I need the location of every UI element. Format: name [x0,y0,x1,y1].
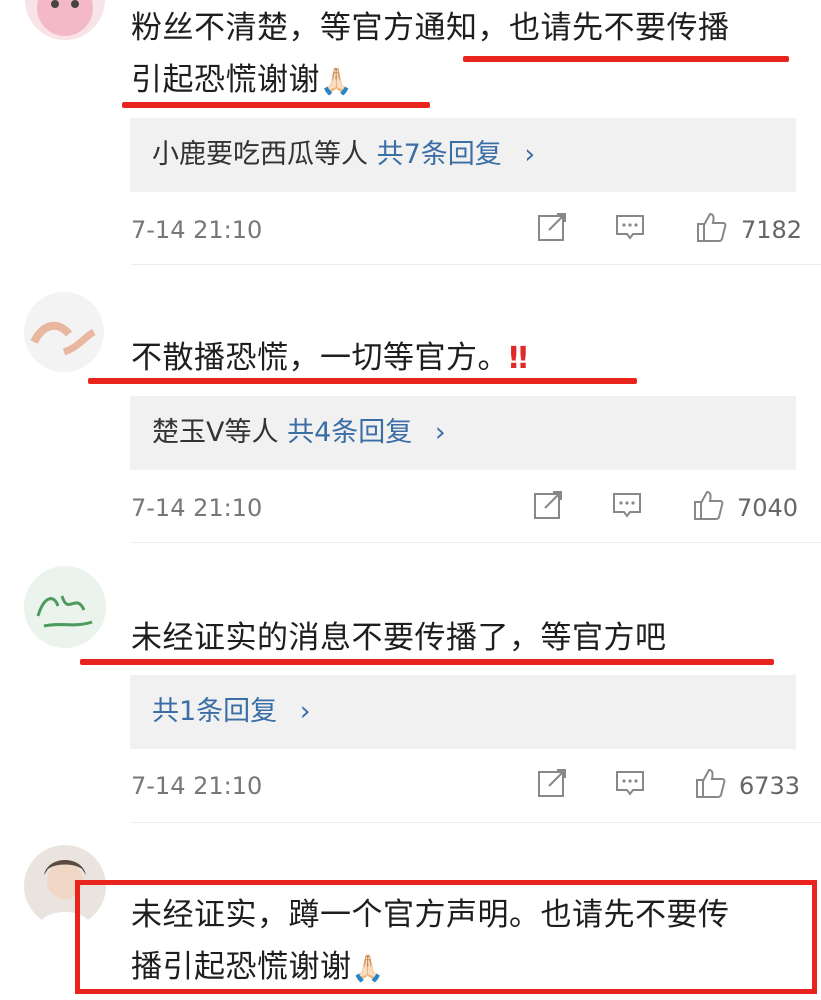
comment-meta: 7-14 21:10 7040 [131,488,799,528]
thumbs-up-icon[interactable] [693,766,727,800]
comment-text: 粉丝不清楚，等官方通知，也请先不要传播 引起恐慌谢谢🙏🏻 [131,2,730,108]
highlight-underline [88,378,637,384]
pray-emoji: 🙏🏻 [320,67,353,97]
timestamp: 7-14 21:10 [131,772,263,800]
divider [131,542,821,543]
comment-text-line: 未经证实，蹲一个官方声明。也请先不要传 [131,897,730,933]
double-exclamation-emoji: ‼ [509,341,529,376]
replies-box[interactable]: 共1条回复 › [130,675,796,749]
comment-text-line: 引起恐慌谢谢 [131,62,320,98]
thumbs-up-icon[interactable] [694,210,728,244]
timestamp: 7-14 21:10 [131,494,263,522]
timestamp: 7-14 21:10 [131,216,263,244]
comment-text-line: 播引起恐慌谢谢 [131,949,352,985]
avatar[interactable] [24,566,106,648]
reply-users: 小鹿要吃西瓜等人 [152,139,368,170]
reply-users: 楚玉V等人 [152,417,279,448]
comment-text-line: 粉丝不清楚，等官方通知，也请先不要传播 [131,10,730,46]
highlight-underline [80,659,774,665]
share-icon[interactable] [535,210,569,244]
reply-count-link[interactable]: 共1条回复 [152,696,277,727]
divider [131,264,821,265]
comment-text: 未经证实的消息不要传播了，等官方吧 [131,612,667,664]
comment-icon[interactable] [613,210,647,244]
avatar[interactable] [25,0,105,40]
comment-icon[interactable] [613,766,647,800]
replies-box[interactable]: 楚玉V等人 共4条回复 › [130,396,796,470]
chevron-right-icon: › [434,417,446,448]
comment-text-line: 不散播恐慌，一切等官方。 [131,340,509,376]
divider [131,822,821,823]
share-icon[interactable] [531,488,565,522]
chevron-right-icon: › [524,139,536,170]
comment-text-line: 未经证实的消息不要传播了，等官方吧 [131,620,667,656]
reply-count-link[interactable]: 共4条回复 [287,417,412,448]
like-count: 7182 [741,216,803,244]
comment-meta: 7-14 21:10 6733 [131,766,801,806]
comment-icon[interactable] [610,488,644,522]
comment-text: 未经证实，蹲一个官方声明。也请先不要传 播引起恐慌谢谢🙏🏻 [131,889,730,995]
comment-meta: 7-14 21:10 7182 [131,210,802,250]
thumbs-up-icon[interactable] [691,488,725,522]
chevron-right-icon: › [299,696,311,727]
highlight-underline [122,102,430,108]
highlight-underline [463,56,789,62]
like-count: 6733 [739,772,801,800]
replies-box[interactable]: 小鹿要吃西瓜等人 共7条回复 › [130,118,796,192]
avatar[interactable] [24,292,104,372]
like-count: 7040 [737,494,799,522]
share-icon[interactable] [535,766,569,800]
pray-emoji: 🙏🏻 [351,954,385,984]
reply-count-link[interactable]: 共7条回复 [377,139,502,170]
